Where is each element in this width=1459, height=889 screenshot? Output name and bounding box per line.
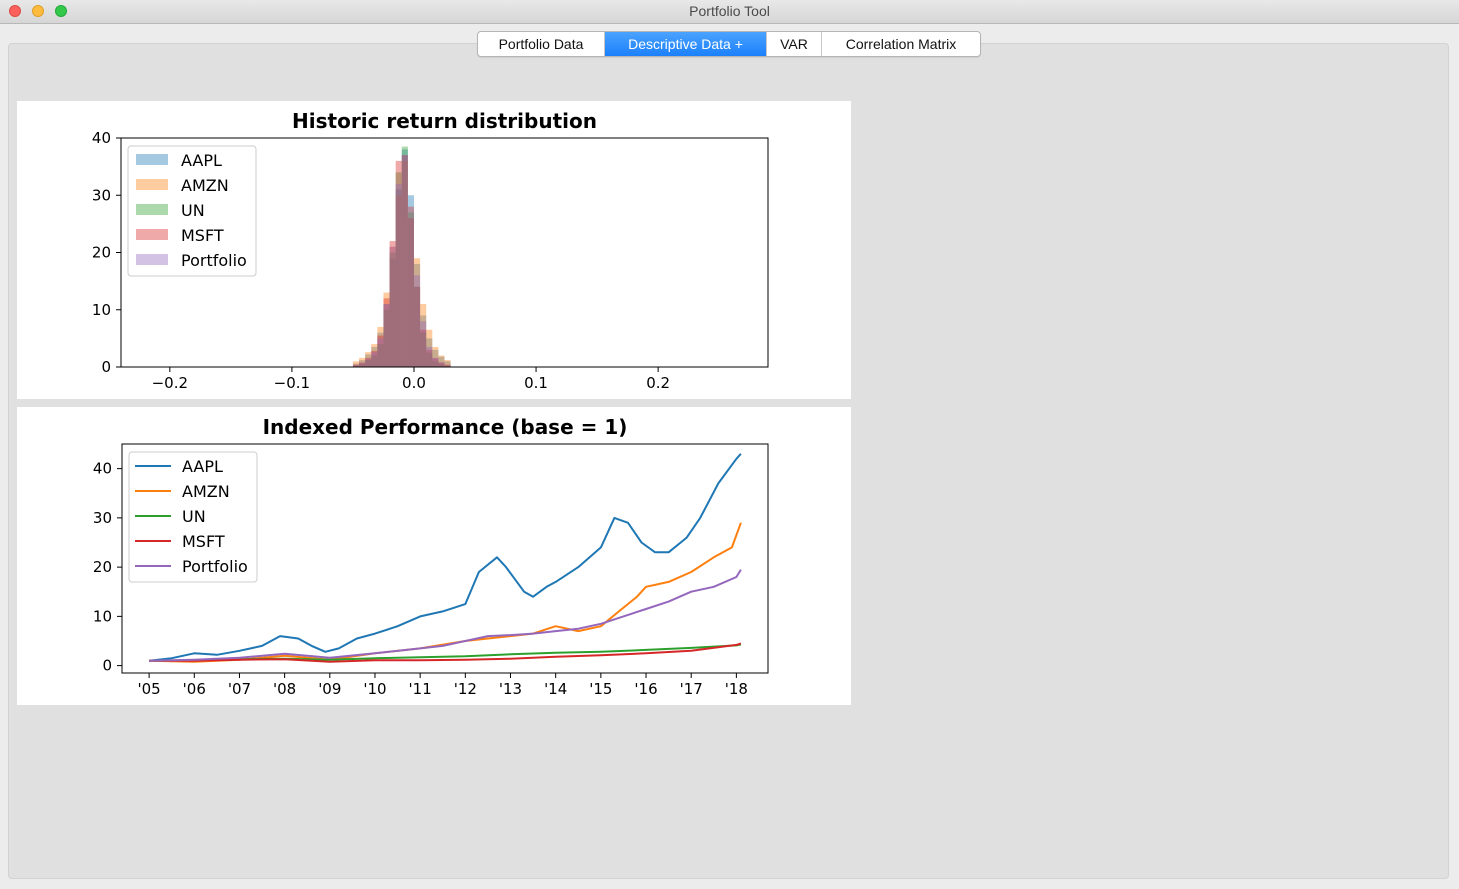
x-tick-label: '05: [137, 680, 160, 698]
series-line: [149, 569, 742, 662]
histogram-bar: [407, 206, 414, 367]
y-tick-label: 40: [92, 129, 111, 147]
legend-label: AMZN: [181, 176, 229, 195]
x-tick-label: '14: [544, 680, 567, 698]
x-tick-label: '12: [454, 680, 477, 698]
legend-swatch: [136, 254, 168, 265]
indexed-performance-chart: Indexed Performance (base = 1) '05 '06 '07 '…: [93, 415, 769, 698]
y-tick-label: 10: [93, 607, 112, 625]
chart-title: Indexed Performance (base = 1): [263, 415, 628, 439]
tab-bar: Portfolio Data Descriptive Data + VAR Co…: [477, 31, 981, 57]
tab-var[interactable]: VAR: [767, 32, 822, 56]
legend-label: AAPL: [182, 457, 223, 476]
return-distribution-chart: Historic return distribution −0.2 −0.1 0.0 0…: [92, 109, 769, 392]
x-tick-label: '10: [363, 680, 386, 698]
legend-swatch: [136, 179, 168, 190]
tab-correlation-matrix[interactable]: Correlation Matrix: [822, 32, 980, 56]
x-tick-label: −0.1: [274, 374, 310, 392]
x-tick-label: '18: [725, 680, 748, 698]
legend-label: MSFT: [181, 226, 224, 245]
x-tick-label: '16: [634, 680, 657, 698]
y-tick-label: 40: [93, 460, 112, 478]
legend-label: AAPL: [181, 151, 222, 170]
histogram-bar: [359, 362, 366, 367]
histogram-bar: [413, 275, 421, 367]
window-titlebar: Portfolio Tool: [0, 0, 1459, 24]
histogram-bar: [377, 338, 384, 367]
legend-label: Portfolio: [182, 557, 248, 576]
y-tick-label: 30: [93, 509, 112, 527]
legend-swatch: [136, 229, 168, 240]
histogram-bar: [426, 346, 433, 367]
legend-label: UN: [181, 201, 205, 220]
histogram-bar: [365, 358, 372, 367]
tab-descriptive-data[interactable]: Descriptive Data +: [605, 32, 767, 56]
x-tick-label: '09: [318, 680, 341, 698]
histogram-bar: [371, 352, 378, 367]
histogram-bar: [389, 246, 396, 367]
legend-swatch: [136, 154, 168, 165]
x-tick-label: 0.0: [402, 374, 426, 392]
y-tick-label: 20: [93, 558, 112, 576]
legend-swatch: [136, 204, 168, 215]
x-tick-label: '06: [183, 680, 206, 698]
y-tick-label: 10: [92, 301, 111, 319]
histogram-bar: [420, 321, 427, 367]
histogram-bar: [438, 362, 445, 367]
chart-title: Historic return distribution: [292, 109, 597, 133]
x-tick-label: 0.2: [646, 374, 670, 392]
legend-label: MSFT: [182, 532, 225, 551]
tab-portfolio-data[interactable]: Portfolio Data: [478, 32, 605, 56]
x-tick-label: '11: [409, 680, 432, 698]
histogram-bar: [432, 357, 439, 367]
x-tick-label: '17: [680, 680, 703, 698]
y-tick-label: 0: [101, 358, 111, 376]
y-tick-label: 20: [92, 244, 111, 262]
histogram-panel: Historic return distribution −0.2 −0.1 0.0 0…: [17, 101, 851, 399]
x-tick-label: '15: [589, 680, 612, 698]
x-tick-label: −0.2: [152, 374, 188, 392]
x-tick-label: '13: [499, 680, 522, 698]
legend-label: Portfolio: [181, 251, 247, 270]
x-tick-label: '08: [273, 680, 296, 698]
x-tick-label: '07: [228, 680, 251, 698]
legend-label: UN: [182, 507, 206, 526]
histogram-bar: [401, 155, 408, 367]
window-title: Portfolio Tool: [689, 3, 770, 19]
x-tick-label: 0.1: [524, 374, 548, 392]
legend-label: AMZN: [182, 482, 230, 501]
y-tick-label: 30: [92, 186, 111, 204]
performance-panel: Indexed Performance (base = 1) '05 '06 '07 '…: [17, 407, 851, 705]
histogram-bar: [383, 304, 390, 367]
y-tick-label: 0: [102, 657, 112, 675]
histogram-bar: [395, 183, 402, 367]
